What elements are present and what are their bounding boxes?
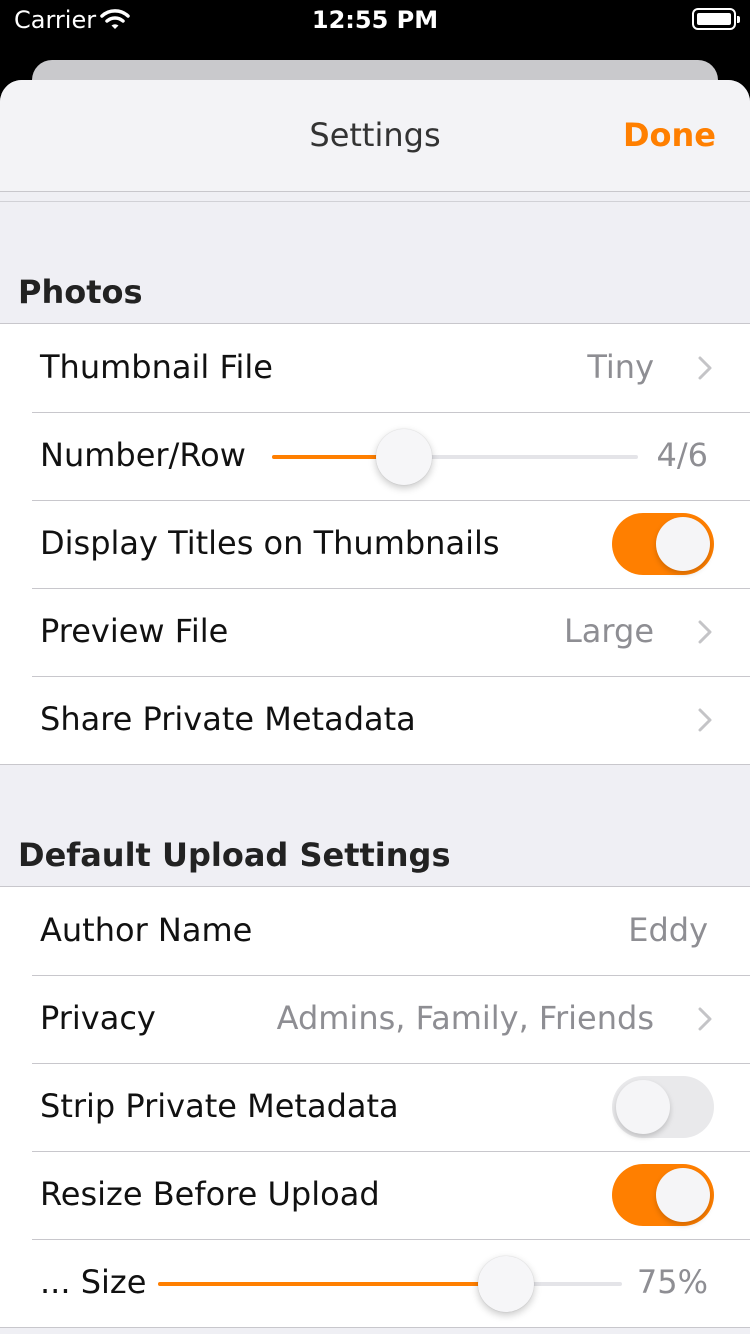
slider-knob[interactable] (375, 429, 432, 485)
chevron-right-icon (696, 706, 714, 734)
privacy-row[interactable]: Privacy Admins, Family, Friends (0, 975, 750, 1063)
resize-before-upload-row: Resize Before Upload (0, 1151, 750, 1239)
row-label: Resize Before Upload (40, 1175, 380, 1213)
slider-fill (158, 1282, 506, 1286)
row-value: Tiny (587, 348, 654, 386)
row-value: 75% (636, 1263, 708, 1301)
battery-icon (692, 8, 740, 30)
settings-sheet: Settings Done Photos Thumbnail File Tiny… (0, 80, 750, 1334)
chevron-right-icon (696, 1005, 714, 1033)
display-titles-toggle[interactable] (612, 513, 714, 575)
upload-group: Author Name Eddy Privacy Admins, Family,… (0, 886, 750, 1328)
done-button[interactable]: Done (623, 116, 716, 154)
status-bar: Carrier 12:55 PM (0, 0, 750, 42)
row-label: ... Size (40, 1263, 147, 1301)
row-value: Admins, Family, Friends (276, 999, 654, 1037)
photos-group: Thumbnail File Tiny Number/Row 4/6 Displ… (0, 323, 750, 765)
display-titles-row: Display Titles on Thumbnails (0, 500, 750, 588)
row-value: 4/6 (656, 436, 709, 474)
nav-bar: Settings Done (0, 80, 750, 192)
number-per-row-slider[interactable] (272, 429, 638, 485)
size-slider[interactable] (158, 1256, 622, 1312)
row-label: Author Name (40, 911, 253, 949)
slider-knob[interactable] (478, 1256, 534, 1312)
row-label: Privacy (40, 999, 156, 1037)
nav-divider (0, 192, 750, 202)
row-label: Strip Private Metadata (40, 1087, 399, 1125)
row-value: Large (563, 612, 654, 650)
chevron-right-icon (696, 354, 714, 382)
size-row: ... Size 75% (0, 1239, 750, 1327)
section-header-upload: Default Upload Settings (0, 765, 750, 886)
section-header-photos: Photos (0, 202, 750, 323)
row-label: Thumbnail File (40, 348, 273, 386)
section-title: Default Upload Settings (18, 836, 451, 874)
share-private-metadata-row[interactable]: Share Private Metadata (0, 676, 750, 764)
row-label: Number/Row (40, 436, 246, 474)
number-per-row-row: Number/Row 4/6 (0, 412, 750, 500)
strip-private-metadata-row: Strip Private Metadata (0, 1063, 750, 1151)
thumbnail-file-row[interactable]: Thumbnail File Tiny (0, 324, 750, 412)
author-name-field[interactable]: Eddy (628, 911, 708, 949)
row-label: Share Private Metadata (40, 700, 416, 738)
preview-file-row[interactable]: Preview File Large (0, 588, 750, 676)
author-name-row[interactable]: Author Name Eddy (0, 887, 750, 975)
chevron-right-icon (696, 618, 714, 646)
section-title: Photos (18, 273, 143, 311)
row-label: Preview File (40, 612, 229, 650)
resize-before-upload-toggle[interactable] (612, 1164, 714, 1226)
strip-private-metadata-toggle[interactable] (612, 1076, 714, 1138)
clock: 12:55 PM (311, 6, 439, 34)
row-label: Display Titles on Thumbnails (40, 524, 500, 562)
